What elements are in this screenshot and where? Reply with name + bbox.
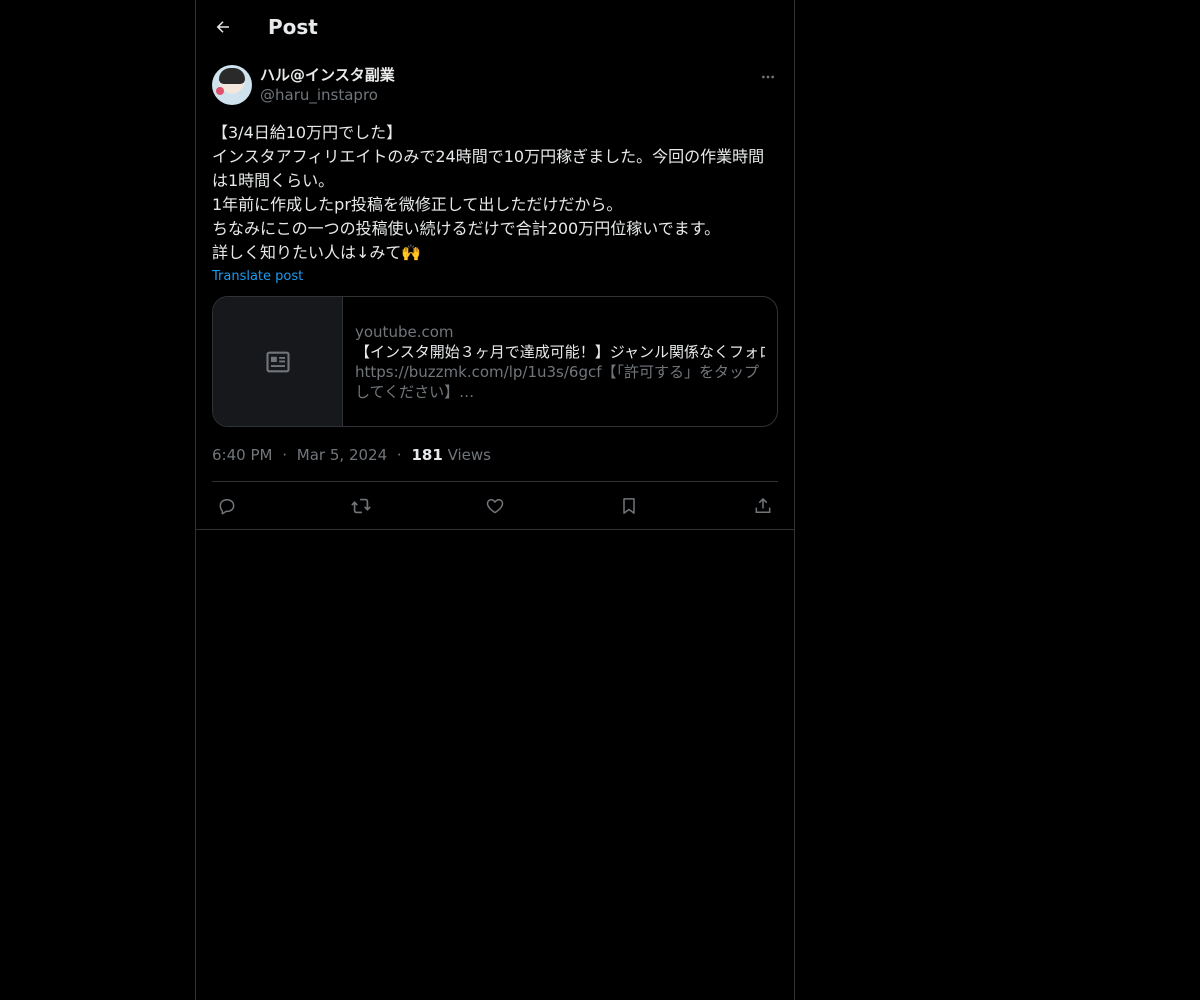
- reply-button[interactable]: [214, 493, 240, 519]
- link-preview-card[interactable]: youtube.com 【インスタ開始３ヶ月で達成可能！】ジャンル関係なくフォロ…: [212, 296, 778, 427]
- card-thumbnail: [213, 297, 343, 426]
- arrow-left-icon: [214, 18, 232, 36]
- bookmark-icon: [619, 496, 639, 516]
- page-header: Post: [196, 0, 794, 54]
- views-label: Views: [447, 446, 491, 464]
- views-count: 181: [411, 446, 443, 464]
- author-info: ハル@インスタ副業 @haru_instapro: [260, 65, 395, 105]
- like-button[interactable]: [482, 493, 508, 519]
- more-button[interactable]: [758, 67, 778, 87]
- more-horizontal-icon: [760, 69, 776, 85]
- card-title: 【インスタ開始３ヶ月で達成可能！】ジャンル関係なくフォロワー: [355, 342, 765, 361]
- post-date[interactable]: Mar 5, 2024: [297, 446, 387, 464]
- post-meta: 6:40 PM · Mar 5, 2024 · 181 Views: [212, 445, 778, 465]
- article-icon: [264, 348, 292, 376]
- post-column: Post ハル@インスタ副業 @haru_instapro 【3/4日給10万円…: [195, 0, 795, 1000]
- card-domain: youtube.com: [355, 322, 454, 341]
- page-title: Post: [268, 15, 318, 39]
- meta-separator: ·: [282, 446, 288, 464]
- heart-icon: [485, 496, 505, 516]
- back-button[interactable]: [212, 16, 234, 38]
- card-body: youtube.com 【インスタ開始３ヶ月で達成可能！】ジャンル関係なくフォロ…: [343, 297, 777, 426]
- repost-icon: [350, 495, 372, 517]
- user-handle[interactable]: @haru_instapro: [260, 85, 395, 105]
- author-row: ハル@インスタ副業 @haru_instapro: [212, 65, 778, 107]
- meta-separator: ·: [396, 446, 402, 464]
- card-description: https://buzzmk.com/lp/1u3s/6gcf【「許可する」をタ…: [355, 362, 759, 401]
- post-time[interactable]: 6:40 PM: [212, 446, 272, 464]
- tweet: ハル@インスタ副業 @haru_instapro 【3/4日給10万円でした】 …: [196, 65, 794, 530]
- reply-icon: [217, 496, 237, 516]
- action-bar: [212, 481, 778, 529]
- translate-post-link[interactable]: Translate post: [212, 267, 303, 287]
- tweet-text: 【3/4日給10万円でした】 インスタアフィリエイトのみで24時間で10万円稼ぎ…: [212, 123, 765, 262]
- avatar[interactable]: [212, 65, 252, 105]
- display-name[interactable]: ハル@インスタ副業: [260, 65, 395, 85]
- repost-button[interactable]: [348, 493, 374, 519]
- share-button[interactable]: [750, 493, 776, 519]
- share-icon: [753, 496, 773, 516]
- bookmark-button[interactable]: [616, 493, 642, 519]
